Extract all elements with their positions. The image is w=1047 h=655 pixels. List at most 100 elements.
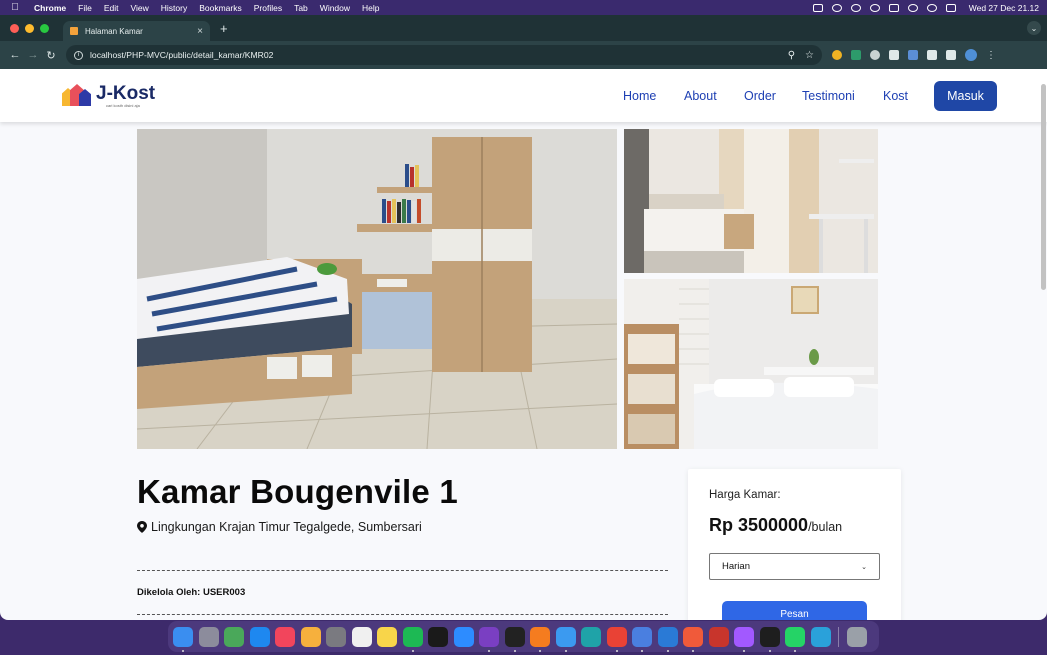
nav-about-link[interactable]: About — [684, 89, 717, 103]
figma-icon[interactable] — [734, 626, 754, 652]
menu-history[interactable]: History — [161, 3, 187, 13]
postman-icon[interactable] — [632, 626, 652, 652]
extension-leaf-icon[interactable] — [851, 50, 861, 60]
price-unit: /bulan — [808, 520, 843, 534]
room-photo-main[interactable] — [137, 129, 617, 449]
extension-dropper-icon[interactable] — [889, 50, 899, 60]
location-pin-icon — [137, 521, 147, 533]
music-icon[interactable] — [275, 626, 295, 647]
tab-title: Halaman Kamar — [85, 26, 143, 36]
browser-tab-active[interactable]: Halaman Kamar × — [63, 21, 210, 41]
photos-icon[interactable] — [300, 626, 321, 647]
filezilla-icon[interactable] — [708, 626, 729, 647]
maps-icon[interactable] — [224, 626, 244, 647]
wifi-icon[interactable] — [907, 3, 918, 12]
close-window-button[interactable] — [10, 23, 19, 33]
finder-icon[interactable] — [173, 626, 193, 652]
side-panel-icon[interactable] — [946, 50, 956, 60]
profile-avatar-icon[interactable] — [965, 49, 977, 61]
close-tab-icon[interactable]: × — [197, 26, 203, 37]
extension-doc-icon[interactable] — [908, 50, 918, 60]
room-photo-secondary-1[interactable] — [624, 129, 878, 273]
battery-icon[interactable] — [888, 3, 899, 12]
safari-icon[interactable] — [555, 626, 576, 652]
fullscreen-window-button[interactable] — [40, 23, 49, 33]
forward-arrow-icon[interactable]: → — [24, 49, 42, 61]
rental-period-select[interactable]: Harian ⌄ — [709, 553, 880, 580]
menu-bookmarks[interactable]: Bookmarks — [199, 3, 242, 13]
xampp-icon[interactable] — [530, 626, 550, 652]
running-indicator — [513, 649, 516, 652]
extensions-puzzle-icon[interactable] — [927, 50, 937, 60]
trash-icon[interactable] — [846, 626, 867, 647]
site-info-icon[interactable]: i — [74, 50, 83, 60]
new-tab-button[interactable]: + — [220, 21, 228, 36]
menu-clock[interactable]: Wed 27 Dec 21.12 — [969, 3, 1039, 13]
minimize-window-button[interactable] — [25, 23, 34, 33]
extension-react-icon[interactable] — [870, 50, 880, 60]
running-indicator — [615, 649, 618, 652]
browser-menu-icon[interactable]: ⋮ — [986, 50, 996, 61]
address-input[interactable]: i localhost/PHP-MVC/public/detail_kamar/… — [66, 45, 822, 65]
play-status-icon[interactable] — [869, 3, 880, 12]
running-indicator — [488, 649, 490, 652]
wechat-status-icon[interactable] — [831, 3, 842, 12]
menu-file[interactable]: File — [78, 3, 92, 13]
openai-status-icon[interactable] — [850, 3, 861, 12]
swift-icon[interactable] — [683, 626, 703, 652]
location-text: Lingkungan Krajan Timur Tegalgede, Sumbe… — [151, 520, 422, 534]
chatgpt-icon[interactable] — [759, 626, 780, 652]
spotify-icon[interactable] — [402, 626, 423, 652]
launchpad-icon[interactable] — [198, 626, 219, 647]
github-desktop-icon[interactable] — [479, 626, 499, 652]
room-title: Kamar Bougenvile 1 — [137, 473, 458, 510]
page-viewport: J-Kost cari kosth disini aja Home About … — [0, 69, 1047, 620]
managed-by-label: Dikelola Oleh: USER003 — [137, 587, 246, 598]
apple-tv-icon[interactable] — [428, 626, 448, 647]
tab-search-chevron-icon[interactable]: ⌄ — [1027, 21, 1041, 35]
control-center-icon[interactable] — [945, 3, 956, 12]
dock-separator — [838, 626, 839, 647]
menu-window[interactable]: Window — [320, 3, 350, 13]
logo-tagline: cari kosth disini aja — [106, 103, 140, 108]
bluetooth-status-icon[interactable] — [812, 3, 823, 12]
telegram-icon[interactable] — [810, 626, 831, 647]
menu-tab[interactable]: Tab — [294, 3, 308, 13]
login-button[interactable]: Masuk — [934, 81, 997, 111]
site-logo[interactable]: J-Kost cari kosth disini aja — [62, 84, 155, 108]
terminal-icon[interactable] — [504, 626, 525, 652]
browser-toolbar: ← → ↻ i localhost/PHP-MVC/public/detail_… — [0, 41, 1047, 69]
menu-edit[interactable]: Edit — [104, 3, 119, 13]
reminders-icon[interactable] — [351, 626, 372, 647]
back-arrow-icon[interactable]: ← — [6, 49, 24, 61]
whatsapp-icon[interactable] — [785, 626, 805, 652]
apple-menu-icon[interactable]:  — [8, 2, 22, 13]
zoom-icon[interactable] — [453, 626, 474, 647]
nav-kost-link[interactable]: Kost — [883, 89, 908, 103]
menu-app-name[interactable]: Chrome — [34, 3, 66, 13]
menu-profiles[interactable]: Profiles — [254, 3, 282, 13]
reload-icon[interactable]: ↻ — [42, 49, 60, 62]
spotlight-search-icon[interactable] — [926, 3, 937, 12]
page-scrollbar[interactable] — [1041, 84, 1046, 290]
chrome-icon[interactable] — [606, 626, 627, 652]
nav-testimoni-link[interactable]: Testimoni — [802, 89, 855, 103]
order-button[interactable]: Pesan — [722, 601, 867, 620]
system-settings-icon[interactable] — [326, 626, 346, 647]
house-logo-icon — [62, 84, 92, 106]
edge-icon[interactable] — [581, 626, 601, 647]
app-store-icon[interactable] — [249, 626, 270, 647]
macos-menu-bar:  Chrome File Edit View History Bookmark… — [0, 0, 1047, 15]
menu-view[interactable]: View — [130, 3, 148, 13]
notes-icon[interactable] — [377, 626, 397, 647]
room-photo-secondary-2[interactable] — [624, 279, 878, 449]
bookmark-star-icon[interactable]: ☆ — [805, 50, 814, 61]
nav-order-link[interactable]: Order — [744, 89, 776, 103]
vscode-icon[interactable] — [657, 626, 678, 652]
nav-home-link[interactable]: Home — [623, 89, 656, 103]
extensions-area: ⋮ — [832, 49, 996, 61]
menu-help[interactable]: Help — [362, 3, 379, 13]
logo-name: J-Kost — [96, 83, 156, 104]
zoom-icon[interactable]: ⚲ — [788, 50, 795, 61]
extension-honey-icon[interactable] — [832, 50, 842, 60]
